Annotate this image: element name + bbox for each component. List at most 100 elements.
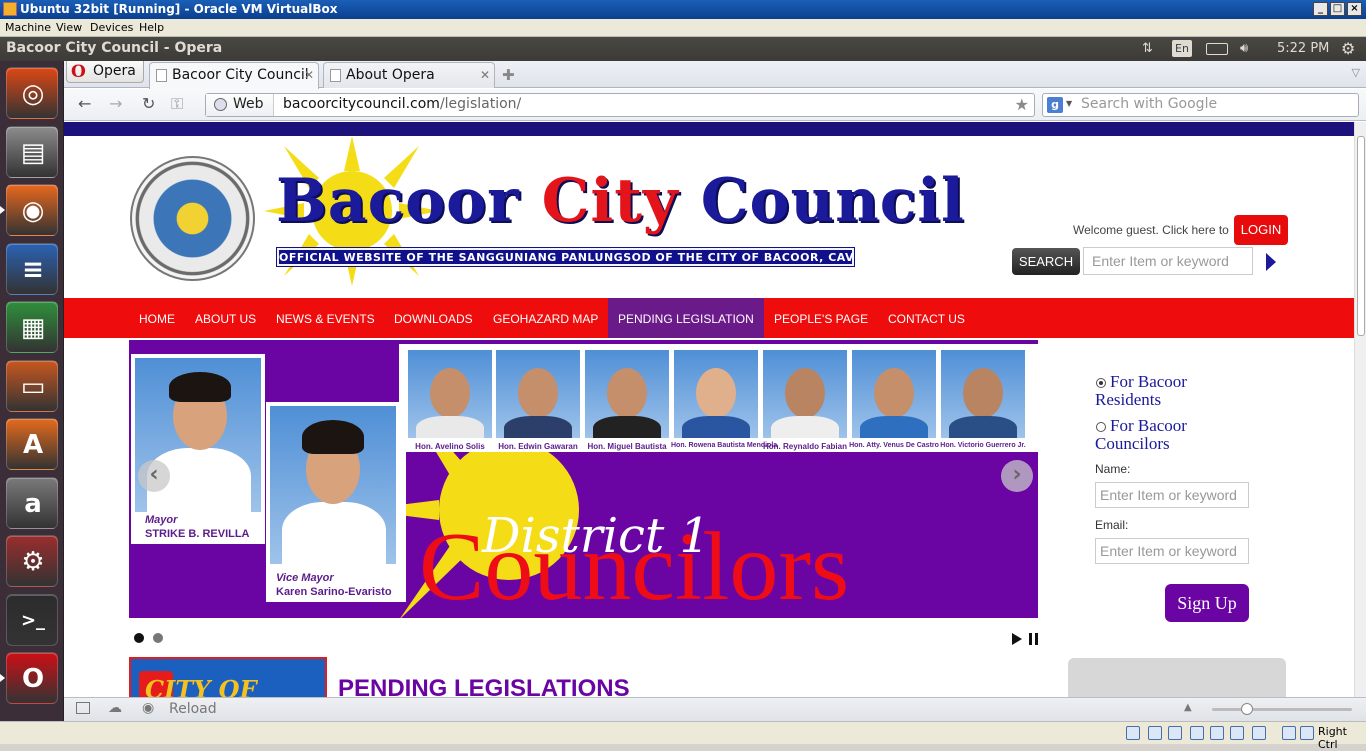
launcher-file-cabinet[interactable]: ▤: [6, 125, 58, 178]
slider-next-button[interactable]: ›: [1001, 460, 1033, 492]
minimize-button[interactable]: _: [1313, 2, 1328, 16]
launcher-terminal[interactable]: >_: [6, 593, 58, 646]
nav-geohazard-map[interactable]: GEOHAZARD MAP: [484, 298, 607, 338]
nav-about-us[interactable]: ABOUT US: [186, 298, 265, 338]
hdd-icon[interactable]: [1126, 726, 1140, 740]
search-engine-dropdown-icon[interactable]: ▼: [1066, 99, 1072, 108]
mouse-integration-icon[interactable]: [1282, 726, 1296, 740]
radio-residents-label[interactable]: For Bacoor Residents: [1095, 373, 1245, 409]
city-seal-logo[interactable]: [130, 156, 255, 281]
back-icon[interactable]: ←: [78, 94, 91, 113]
nav-news-events[interactable]: NEWS & EVENTS: [267, 298, 384, 338]
hero-slider[interactable]: Mayor STRIKE B. REVILLA Vice Mayor Karen…: [129, 340, 1038, 618]
address-mode[interactable]: Web: [206, 94, 274, 116]
launcher-impress[interactable]: ▭: [6, 359, 58, 412]
launcher-firefox[interactable]: ◉: [6, 184, 58, 236]
keyboard-capture-icon[interactable]: [1300, 726, 1314, 740]
google-icon[interactable]: g: [1047, 97, 1063, 113]
usb-icon[interactable]: [1168, 726, 1182, 740]
nav-home[interactable]: HOME: [130, 298, 184, 338]
nav-peoples-page[interactable]: PEOPLE'S PAGE: [764, 298, 878, 338]
launcher-calc[interactable]: ▦: [6, 301, 58, 353]
close-button[interactable]: ×: [1347, 2, 1362, 16]
video-capture-icon[interactable]: [1252, 726, 1266, 740]
scrollbar-thumb[interactable]: [1357, 136, 1365, 336]
pending-legislations-heading: PENDING LEGISLATIONS: [338, 675, 630, 697]
councilor-name: Hon. Rowena Bautista Mendiola: [671, 442, 778, 449]
page-icon: [156, 69, 167, 82]
opera-menu-button[interactable]: O Opera: [66, 61, 144, 83]
tab-about-opera[interactable]: About Opera ✕: [323, 62, 495, 88]
display-icon[interactable]: [1230, 726, 1244, 740]
slider-dot[interactable]: [153, 633, 163, 643]
launcher-settings[interactable]: ⚙: [6, 535, 58, 587]
key-icon[interactable]: ⚿: [171, 94, 183, 114]
menu-machine[interactable]: Machine: [5, 21, 51, 34]
zoom-slider[interactable]: [1212, 708, 1352, 711]
new-tab-icon[interactable]: ✚: [502, 66, 515, 84]
forward-icon[interactable]: →: [109, 94, 122, 113]
page-scrollbar[interactable]: [1354, 122, 1366, 697]
tab-close-icon[interactable]: ✕: [480, 68, 490, 82]
launcher-amazon[interactable]: a: [6, 476, 58, 529]
tab-list-chevron-icon[interactable]: ▽: [1352, 66, 1360, 79]
site-search-input[interactable]: Enter Item or keyword: [1083, 247, 1253, 275]
name-input[interactable]: Enter Item or keyword: [1095, 482, 1249, 508]
network-icon[interactable]: ⇅: [1142, 41, 1153, 56]
battery-icon[interactable]: [1206, 43, 1228, 55]
councilor-photo: [941, 350, 1025, 438]
site-search-button[interactable]: SEARCH: [1012, 248, 1080, 275]
email-input[interactable]: Enter Item or keyword: [1095, 538, 1249, 564]
councilor-photo: [674, 350, 758, 438]
login-button[interactable]: LOGIN: [1234, 215, 1288, 245]
radio-councilors-label[interactable]: For Bacoor Councilors: [1095, 417, 1245, 453]
nav-downloads[interactable]: DOWNLOADS: [385, 298, 482, 338]
search-go-arrow-icon[interactable]: [1266, 253, 1276, 271]
address-bar[interactable]: Web bacoorcitycouncil.com/legislation/ ★: [205, 93, 1035, 117]
zoom-up-icon[interactable]: ▲: [1184, 702, 1192, 713]
tab-close-icon[interactable]: ✕: [304, 68, 314, 82]
tab-bacoor-city-council[interactable]: Bacoor City Council ✕: [149, 62, 319, 89]
keyboard-layout-indicator[interactable]: En: [1172, 40, 1192, 57]
network-adapter-icon[interactable]: [1190, 726, 1204, 740]
browser-search-box[interactable]: g ▼ Search with Google: [1042, 93, 1359, 117]
councilor-name: Hon. Edwin Gawaran: [498, 442, 578, 451]
speed-dial-icon[interactable]: ◉: [142, 700, 154, 716]
address-mode-label: Web: [233, 96, 264, 112]
slider-play-icon[interactable]: [1012, 633, 1022, 645]
site-title[interactable]: Bacoor City Council: [276, 166, 965, 236]
city-banner-thumbnail[interactable]: CITY OF: [129, 657, 327, 697]
name-label: Name:: [1095, 462, 1131, 476]
slider-pause-icon[interactable]: [1029, 633, 1038, 645]
slider-dot-active[interactable]: [134, 633, 144, 643]
councilors-photo-strip: Hon. Avelino Solis Hon. Edwin Gawaran Ho…: [399, 344, 1038, 452]
clock[interactable]: 5:22 PM: [1277, 41, 1329, 56]
maximize-button[interactable]: □: [1330, 2, 1345, 16]
reload-icon[interactable]: ↻: [142, 94, 155, 113]
reload-status-label[interactable]: Reload: [169, 701, 217, 717]
launcher-software-center[interactable]: A: [6, 418, 58, 470]
zoom-slider-knob[interactable]: [1241, 703, 1253, 715]
launcher-opera[interactable]: O: [6, 652, 58, 704]
address-url[interactable]: bacoorcitycouncil.com/legislation/: [283, 96, 521, 112]
cloud-icon[interactable]: ☁: [108, 700, 122, 716]
signup-button[interactable]: Sign Up: [1165, 584, 1249, 622]
nav-pending-legislation[interactable]: PENDING LEGISLATION: [608, 298, 764, 338]
menu-devices[interactable]: Devices: [90, 21, 133, 34]
launcher-ubuntu-logo[interactable]: ◎: [6, 67, 58, 119]
menu-view[interactable]: View: [56, 21, 82, 34]
nav-contact-us[interactable]: CONTACT US: [879, 298, 974, 338]
launcher-writer[interactable]: ≡: [6, 242, 58, 295]
shared-folder-icon[interactable]: [1210, 726, 1224, 740]
session-gear-icon[interactable]: ⚙: [1341, 39, 1355, 58]
vbox-menu-bar: Machine View Devices Help: [0, 19, 1366, 37]
optical-drive-icon[interactable]: [1148, 726, 1162, 740]
volume-icon[interactable]: 🔊︎: [1240, 41, 1248, 56]
menu-help[interactable]: Help: [139, 21, 164, 34]
site-subtitle: OFFICIAL WEBSITE OF THE SANGGUNIANG PANL…: [276, 247, 874, 267]
slider-prev-button[interactable]: ‹: [138, 460, 170, 492]
site-top-strip: [64, 122, 1354, 136]
bookmark-star-icon[interactable]: ★: [1015, 95, 1029, 114]
councilor-photo: [763, 350, 847, 438]
panel-toggle-icon[interactable]: [76, 702, 90, 714]
